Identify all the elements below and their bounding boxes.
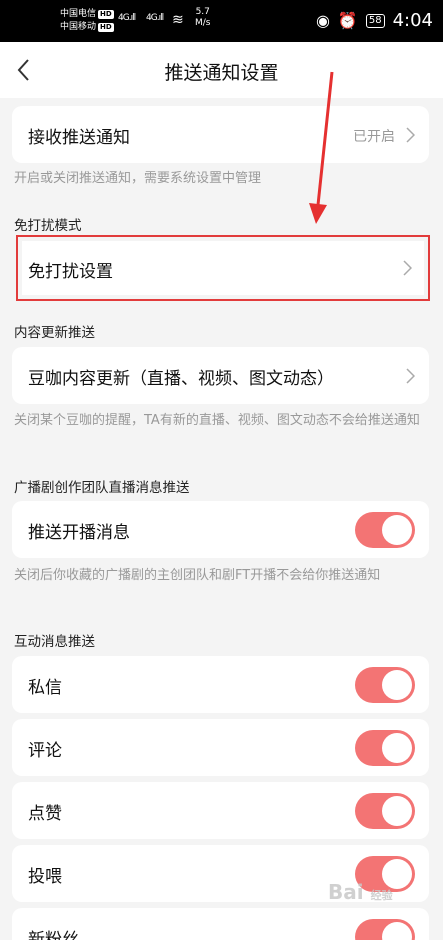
carrier-info: 中国电信 HD 中国移动 HD (60, 8, 114, 34)
content-update-hint: 关闭某个豆咖的提醒，TA有新的直播、视频、图文动态不会给推送通知 (14, 413, 420, 428)
battery-icon: 58 (365, 13, 385, 28)
live-push-toggle[interactable] (355, 512, 415, 548)
new-follower-row: 新粉丝 (12, 908, 429, 940)
eye-icon: ◉ (315, 11, 330, 30)
like-toggle[interactable] (355, 793, 415, 829)
receive-push-row[interactable]: 接收推送通知 已开启 (12, 106, 429, 163)
net-speed: 5.7 M/s (195, 7, 211, 28)
alarm-icon: ⏰ (337, 11, 358, 30)
chevron-right-icon (406, 368, 415, 384)
page-title: 推送通知设置 (164, 62, 279, 84)
receive-push-hint: 开启或关闭推送通知，需要系统设置中管理 (14, 171, 262, 186)
comment-toggle[interactable] (355, 730, 415, 766)
private-message-row: 私信 (12, 656, 429, 713)
hd-badge: HD (98, 23, 114, 32)
comment-row: 评论 (12, 719, 429, 776)
hd-badge: HD (98, 10, 114, 19)
signal-icon: 4G.ıll (118, 13, 136, 23)
watermark-logo: Bai 经验 (328, 880, 393, 904)
dnd-settings-row[interactable]: 免打扰设置 (16, 235, 430, 301)
dnd-settings-label: 免打扰设置 (28, 262, 113, 282)
status-bar: 中国电信 HD 中国移动 HD 4G.ıll 4G.ıll ≋ 5.7 M/s ◉ … (0, 0, 443, 42)
chevron-right-icon (406, 127, 415, 143)
section-dnd: 免打扰模式 (14, 218, 82, 234)
carrier-2: 中国移动 (60, 22, 97, 32)
new-follower-label: 新粉丝 (28, 930, 79, 940)
clock: 4:04 (392, 10, 433, 31)
content-update-row[interactable]: 豆咖内容更新（直播、视频、图文动态） (12, 347, 429, 404)
live-push-hint: 关闭后你收藏的广播剧的主创团队和剧FT开播不会给你推送通知 (14, 568, 381, 583)
section-radio-drama: 广播剧创作团队直播消息推送 (14, 480, 190, 496)
chevron-right-icon (403, 260, 412, 276)
like-row: 点赞 (12, 782, 429, 839)
receive-push-status: 已开启 (353, 129, 395, 145)
private-message-label: 私信 (28, 678, 62, 698)
wifi-icon: ≋ (172, 12, 184, 28)
feed-label: 投喂 (28, 867, 62, 887)
section-interaction: 互动消息推送 (14, 634, 95, 650)
like-label: 点赞 (28, 804, 62, 824)
live-push-label: 推送开播消息 (28, 523, 130, 543)
live-push-row: 推送开播消息 (12, 501, 429, 558)
new-follower-toggle[interactable] (355, 919, 415, 940)
comment-label: 评论 (28, 741, 62, 761)
signal-icon: 4G.ıll (146, 13, 164, 23)
nav-header: 推送通知设置 (0, 42, 443, 98)
content-update-label: 豆咖内容更新（直播、视频、图文动态） (28, 369, 334, 389)
receive-push-label: 接收推送通知 (28, 128, 130, 148)
private-message-toggle[interactable] (355, 667, 415, 703)
section-content-update: 内容更新推送 (14, 325, 95, 341)
carrier-1: 中国电信 (60, 9, 97, 19)
